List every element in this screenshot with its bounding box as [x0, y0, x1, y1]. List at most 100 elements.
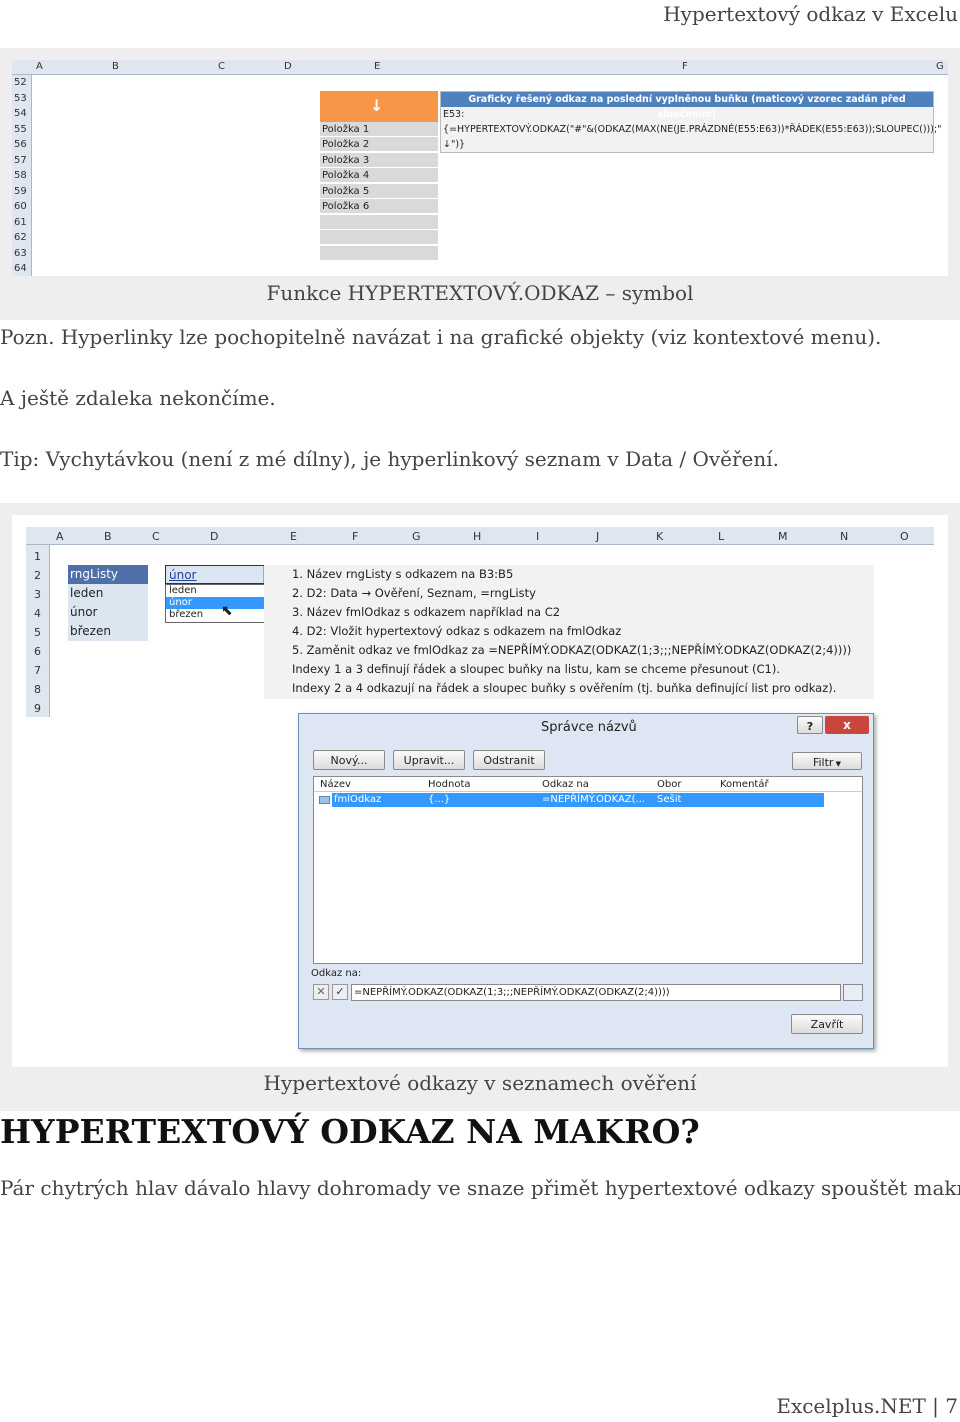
validation-dropdown[interactable]: únor ▼: [165, 565, 279, 584]
cancel-edit-icon[interactable]: ✕: [313, 984, 329, 1000]
name-cell: fmlOdkaz: [334, 794, 382, 805]
row-header: 52: [14, 77, 27, 88]
confirm-edit-icon[interactable]: ✓: [332, 984, 348, 1000]
figure-caption: Hypertextové odkazy v seznamech ověření: [263, 1071, 697, 1095]
row-header: 54: [14, 108, 27, 119]
list-item: Položka 6: [320, 199, 438, 214]
column-header: M: [778, 530, 788, 543]
column-header: J: [596, 530, 600, 543]
column-header: D: [284, 61, 292, 72]
column-header: L: [718, 530, 725, 543]
row-header: 56: [14, 139, 27, 150]
collapse-dialog-icon[interactable]: [843, 984, 863, 1001]
filter-button[interactable]: Filtr ▼: [792, 752, 862, 770]
scope-cell: Sešit: [657, 794, 682, 805]
row-header: 8: [34, 683, 41, 696]
list-item: Položka 2: [320, 137, 438, 152]
edit-button[interactable]: Upravit...: [393, 750, 465, 770]
instruction-line: 4. D2: Vložit hypertextový odkaz s odkaz…: [292, 624, 622, 638]
column-header: B: [112, 61, 119, 72]
note-formula: {=HYPERTEXTOVÝ.ODKAZ("#"&(ODKAZ(MAX(NE(J…: [443, 124, 942, 135]
column-header: E: [290, 530, 297, 543]
row-header: 4: [34, 607, 41, 620]
section-heading: HYPERTEXTOVÝ ODKAZ NA MAKRO?: [0, 1112, 700, 1151]
column-header[interactable]: Hodnota: [428, 779, 471, 790]
new-button[interactable]: Nový...: [313, 750, 385, 770]
close-button[interactable]: Zavřít: [791, 1014, 863, 1034]
row-header: 5: [34, 626, 41, 639]
dropdown-option[interactable]: leden: [166, 585, 278, 597]
note-title: Graficky řešený odkaz na poslední vyplně…: [441, 92, 933, 120]
column-header: C: [218, 61, 225, 72]
figure-2: A B C D E F G H I J K L M N O 1 2 3 4 5 6 7 8 9 rngListy leden…: [0, 503, 960, 1111]
row-header: 63: [14, 247, 27, 259]
item-list: Položka 1 Položka 2 Položka 3 Položka 4 …: [320, 122, 438, 262]
table-row[interactable]: fmlOdkaz {...} =NEPŘÍMÝ.ODKAZ(... Sešit: [332, 793, 824, 807]
column-header: N: [840, 530, 849, 543]
column-header: F: [352, 530, 359, 543]
refers-to-label: Odkaz na:: [311, 968, 362, 979]
cursor-icon: ⬉: [221, 603, 233, 619]
row-header: 62: [14, 232, 27, 243]
names-table: Název Hodnota Odkaz na Obor Komentář fml…: [313, 776, 863, 964]
column-header: I: [536, 530, 540, 543]
help-button[interactable]: ?: [797, 716, 823, 734]
row-header: 64: [14, 263, 27, 274]
name-manager-dialog: Správce názvů ? x Nový... Upravit... Ods…: [298, 713, 874, 1049]
column-header[interactable]: Obor: [657, 779, 681, 790]
row-header: 53: [14, 92, 27, 104]
range-cell: březen: [68, 622, 148, 641]
arrow-icon: ↓: [370, 96, 384, 115]
refers-cell: =NEPŘÍMÝ.ODKAZ(...: [542, 794, 646, 805]
column-header: F: [682, 61, 688, 72]
dropdown-value: únor: [169, 568, 197, 582]
name-icon: [319, 796, 330, 804]
instruction-line: 5. Zaměnit odkaz ve fmlOdkaz za =NEPŘÍMÝ…: [292, 643, 852, 657]
instructions: 1. Název rngListy s odkazem na B3:B5 2. …: [264, 565, 874, 699]
range-cell: leden: [68, 584, 148, 603]
row-header: 57: [14, 154, 27, 166]
row-header: 59: [14, 185, 27, 197]
page-footer: Excelplus.NET | 7: [776, 1394, 958, 1418]
column-header: A: [36, 61, 43, 72]
spreadsheet-1: A B C D E F G 52 53 54 55 56 57 58 59 60 61 62 63 64 ↓ Pol…: [12, 60, 948, 276]
spreadsheet-2: A B C D E F G H I J K L M N O 1 2 3 4 5 6 7 8 9 rngListy leden…: [12, 515, 948, 1067]
row-header: 55: [14, 123, 27, 135]
row-header: 3: [34, 588, 41, 601]
page-number: 7: [945, 1394, 958, 1418]
column-header: H: [473, 530, 482, 543]
instruction-line: 3. Název fmlOdkaz s odkazem například na…: [292, 605, 561, 619]
column-header: B: [104, 530, 112, 543]
column-header[interactable]: Název: [320, 779, 351, 790]
row-header: 58: [14, 170, 27, 181]
range-list: rngListy leden únor březen: [68, 565, 148, 642]
close-icon[interactable]: x: [825, 716, 869, 734]
column-header: C: [152, 530, 160, 543]
column-header[interactable]: Komentář: [720, 779, 769, 790]
column-header: G: [936, 61, 944, 72]
column-header: G: [412, 530, 421, 543]
instruction-line: Indexy 1 a 3 definují řádek a sloupec bu…: [292, 662, 781, 676]
instruction-line: Indexy 2 a 4 odkazují na řádek a sloupec…: [292, 681, 837, 695]
instruction-line: 1. Název rngListy s odkazem na B3:B5: [292, 567, 514, 581]
instruction-line: 2. D2: Data → Ověření, Seznam, =rngListy: [292, 586, 536, 600]
table-header: Název Hodnota Odkaz na Obor Komentář: [314, 777, 862, 792]
chevron-down-icon: ▼: [833, 760, 842, 768]
figure-1: A B C D E F G 52 53 54 55 56 57 58 59 60 61 62 63 64 ↓ Pol…: [0, 48, 960, 320]
range-name-cell: rngListy: [68, 565, 148, 584]
filter-label: Filtr: [812, 756, 834, 769]
list-item-empty: [320, 230, 438, 245]
value-cell: {...}: [428, 794, 451, 805]
refers-to-input[interactable]: =NEPŘÍMÝ.ODKAZ(ODKAZ(1;3;;;NEPŘÍMÝ.ODKAZ…: [351, 984, 841, 1001]
column-header: E: [374, 61, 381, 72]
list-item-empty: [320, 215, 438, 230]
figure-caption: Funkce HYPERTEXTOVÝ.ODKAZ – symbol: [266, 281, 694, 305]
note-box: Graficky řešený odkaz na poslední vyplně…: [440, 91, 942, 153]
list-item: Položka 3: [320, 153, 438, 168]
list-item: Položka 5: [320, 184, 438, 199]
paragraph: Pár chytrých hlav dávalo hlavy dohromady…: [0, 1176, 960, 1200]
delete-button[interactable]: Odstranit: [473, 750, 545, 770]
row-header: 2: [34, 569, 41, 582]
row-header: 60: [14, 201, 27, 212]
column-header[interactable]: Odkaz na: [542, 779, 589, 790]
